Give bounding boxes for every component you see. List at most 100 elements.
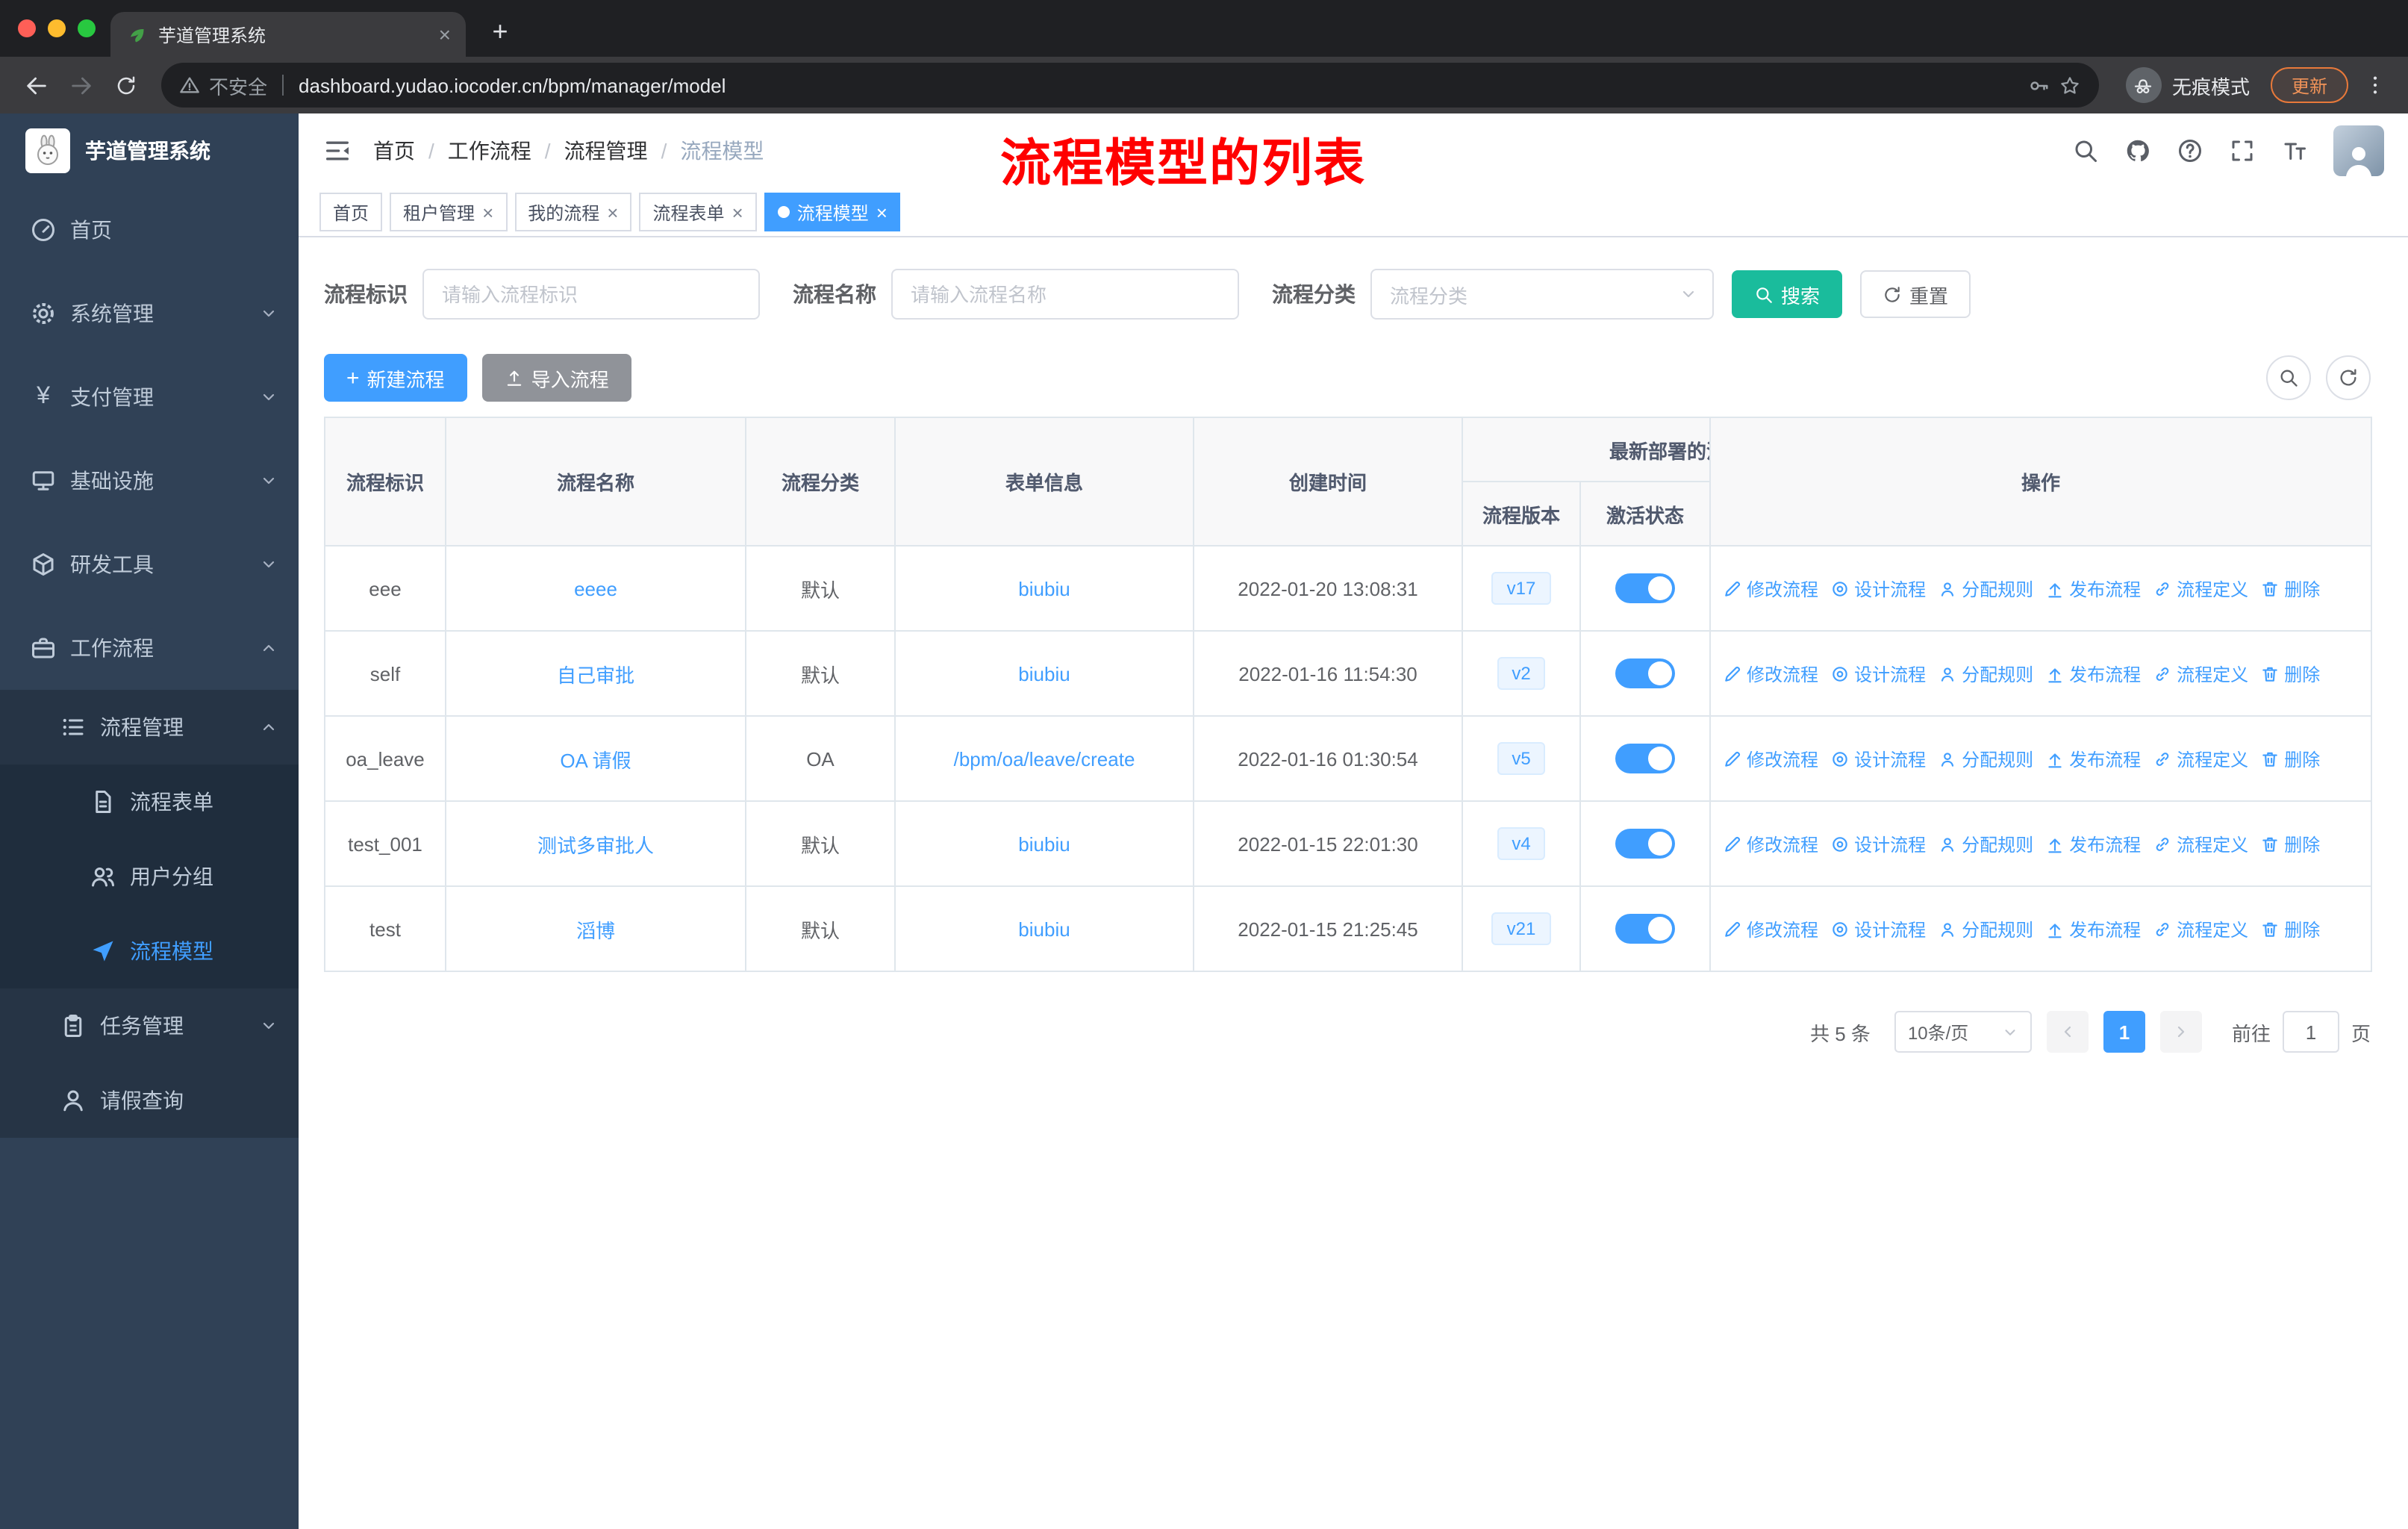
window-zoom-button[interactable] xyxy=(78,19,96,37)
version-badge[interactable]: v4 xyxy=(1497,827,1546,860)
search-icon[interactable] xyxy=(2072,137,2099,164)
sidebar-item-payment[interactable]: ¥ 支付管理 xyxy=(0,355,299,439)
forward-icon[interactable] xyxy=(60,64,102,106)
prev-page-button[interactable] xyxy=(2046,1011,2089,1053)
action-publish-process[interactable]: 发布流程 xyxy=(2045,661,2141,686)
tag-process-form[interactable]: 流程表单 × xyxy=(639,193,757,231)
url-bar[interactable]: 不安全 dashboard.yudao.iocoder.cn/bpm/manag… xyxy=(161,63,2099,108)
action-design-process[interactable]: 设计流程 xyxy=(1830,661,1926,686)
action-assign-rule[interactable]: 分配规则 xyxy=(1938,916,2033,941)
browser-menu-icon[interactable] xyxy=(2357,67,2393,103)
page-number-1[interactable]: 1 xyxy=(2103,1011,2145,1053)
sidebar-item-dev-tools[interactable]: 研发工具 xyxy=(0,523,299,606)
window-close-button[interactable] xyxy=(18,19,36,37)
action-assign-rule[interactable]: 分配规则 xyxy=(1938,576,2033,601)
action-edit-process[interactable]: 修改流程 xyxy=(1723,916,1818,941)
action-design-process[interactable]: 设计流程 xyxy=(1830,746,1926,771)
sidebar-item-process-management[interactable]: 流程管理 xyxy=(0,690,299,764)
action-delete[interactable]: 删除 xyxy=(2260,831,2320,856)
tag-my-process[interactable]: 我的流程 × xyxy=(514,193,632,231)
action-edit-process[interactable]: 修改流程 xyxy=(1723,576,1818,601)
fullscreen-icon[interactable] xyxy=(2229,137,2256,164)
search-button[interactable]: 搜索 xyxy=(1732,270,1843,318)
new-tab-button[interactable]: + xyxy=(481,12,520,51)
process-name-input[interactable] xyxy=(891,269,1239,320)
sidebar-item-process-form[interactable]: 流程表单 xyxy=(0,764,299,839)
app-logo[interactable]: 芋道管理系统 xyxy=(0,113,299,188)
action-delete[interactable]: 删除 xyxy=(2260,746,2320,771)
version-badge[interactable]: v2 xyxy=(1497,657,1546,690)
process-id-input[interactable] xyxy=(422,269,760,320)
sidebar-item-leave-query[interactable]: 请假查询 xyxy=(0,1063,299,1138)
tag-close-icon[interactable]: × xyxy=(607,201,618,223)
tag-close-icon[interactable]: × xyxy=(732,201,743,223)
bookmark-star-icon[interactable] xyxy=(2059,74,2081,96)
font-size-icon[interactable] xyxy=(2281,137,2308,164)
reload-icon[interactable] xyxy=(105,64,146,106)
breadcrumb-process-management[interactable]: 流程管理 xyxy=(564,136,648,166)
tag-home[interactable]: 首页 xyxy=(319,193,383,231)
action-publish-process[interactable]: 发布流程 xyxy=(2045,576,2141,601)
process-name-link[interactable]: 测试多审批人 xyxy=(537,834,654,856)
tag-tenant-management[interactable]: 租户管理 × xyxy=(390,193,508,231)
sidebar-item-task-management[interactable]: 任务管理 xyxy=(0,988,299,1063)
action-publish-process[interactable]: 发布流程 xyxy=(2045,746,2141,771)
process-name-link[interactable]: OA 请假 xyxy=(560,749,631,771)
browser-tab[interactable]: 芋道管理系统 × xyxy=(110,12,466,57)
import-process-button[interactable]: 导入流程 xyxy=(481,354,631,402)
active-toggle[interactable] xyxy=(1615,658,1675,688)
form-info-link[interactable]: biubiu xyxy=(1018,662,1070,685)
action-edit-process[interactable]: 修改流程 xyxy=(1723,746,1818,771)
browser-update-button[interactable]: 更新 xyxy=(2270,67,2348,103)
help-icon[interactable] xyxy=(2177,137,2203,164)
active-toggle[interactable] xyxy=(1615,829,1675,859)
window-minimize-button[interactable] xyxy=(48,19,66,37)
action-publish-process[interactable]: 发布流程 xyxy=(2045,831,2141,856)
action-assign-rule[interactable]: 分配规则 xyxy=(1938,746,2033,771)
action-publish-process[interactable]: 发布流程 xyxy=(2045,916,2141,941)
breadcrumb-workflow[interactable]: 工作流程 xyxy=(448,136,531,166)
process-category-select[interactable]: 流程分类 xyxy=(1370,269,1714,320)
action-process-definition[interactable]: 流程定义 xyxy=(2153,916,2248,941)
toggle-search-button[interactable] xyxy=(2266,355,2311,400)
tab-close-icon[interactable]: × xyxy=(439,22,451,46)
action-edit-process[interactable]: 修改流程 xyxy=(1723,831,1818,856)
reset-button[interactable]: 重置 xyxy=(1860,270,1971,318)
sidebar-item-user-group[interactable]: 用户分组 xyxy=(0,839,299,914)
next-page-button[interactable] xyxy=(2159,1011,2202,1053)
sidebar-item-infrastructure[interactable]: 基础设施 xyxy=(0,439,299,523)
action-process-definition[interactable]: 流程定义 xyxy=(2153,661,2248,686)
process-name-link[interactable]: 滔博 xyxy=(576,919,615,941)
action-process-definition[interactable]: 流程定义 xyxy=(2153,746,2248,771)
action-process-definition[interactable]: 流程定义 xyxy=(2153,576,2248,601)
breadcrumb-home[interactable]: 首页 xyxy=(373,136,415,166)
action-assign-rule[interactable]: 分配规则 xyxy=(1938,831,2033,856)
tag-close-icon[interactable]: × xyxy=(876,201,888,223)
refresh-table-button[interactable] xyxy=(2326,355,2371,400)
tag-process-model[interactable]: 流程模型 × xyxy=(764,193,901,231)
version-badge[interactable]: v5 xyxy=(1497,742,1546,775)
active-toggle[interactable] xyxy=(1615,914,1675,944)
version-badge[interactable]: v17 xyxy=(1491,572,1551,605)
sidebar-collapse-icon[interactable] xyxy=(322,136,352,166)
password-key-icon[interactable] xyxy=(2027,74,2050,96)
version-badge[interactable]: v21 xyxy=(1491,912,1551,945)
action-delete[interactable]: 删除 xyxy=(2260,661,2320,686)
action-design-process[interactable]: 设计流程 xyxy=(1830,576,1926,601)
page-size-select[interactable]: 10条/页 xyxy=(1894,1011,2032,1053)
action-design-process[interactable]: 设计流程 xyxy=(1830,831,1926,856)
action-process-definition[interactable]: 流程定义 xyxy=(2153,831,2248,856)
github-icon[interactable] xyxy=(2124,137,2151,164)
form-info-link[interactable]: biubiu xyxy=(1018,832,1070,855)
sidebar-item-system[interactable]: 系统管理 xyxy=(0,272,299,355)
user-avatar[interactable] xyxy=(2333,125,2384,176)
create-process-button[interactable]: + 新建流程 xyxy=(324,354,467,402)
active-toggle[interactable] xyxy=(1615,744,1675,773)
sidebar-item-workflow[interactable]: 工作流程 xyxy=(0,606,299,690)
goto-page-input[interactable] xyxy=(2282,1011,2339,1053)
process-name-link[interactable]: eeee xyxy=(574,577,617,600)
form-info-link[interactable]: /bpm/oa/leave/create xyxy=(954,747,1135,770)
process-name-link[interactable]: 自己审批 xyxy=(557,664,634,686)
action-edit-process[interactable]: 修改流程 xyxy=(1723,661,1818,686)
action-delete[interactable]: 删除 xyxy=(2260,576,2320,601)
